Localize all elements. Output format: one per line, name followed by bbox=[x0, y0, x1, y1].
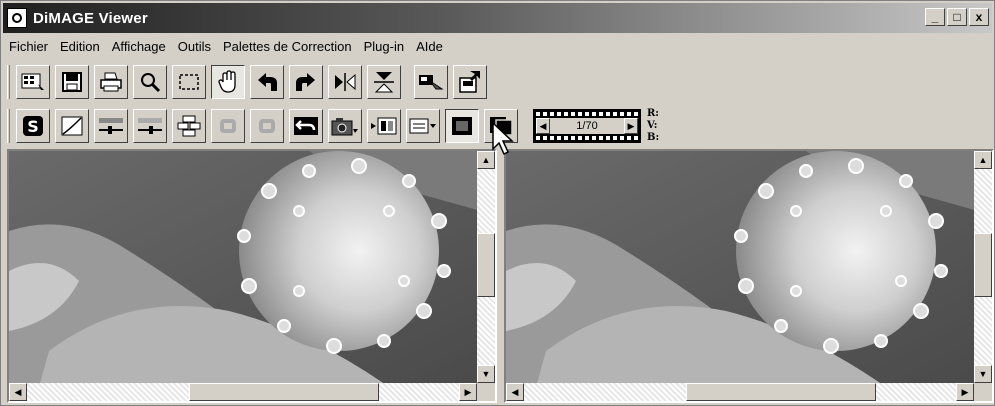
previous-frame-button[interactable]: ◀ bbox=[536, 118, 550, 134]
rotate-left-button[interactable] bbox=[250, 65, 284, 99]
scroll-left-button[interactable]: ◀ bbox=[506, 383, 524, 401]
select-button[interactable] bbox=[172, 65, 206, 99]
zoom-button[interactable] bbox=[133, 65, 167, 99]
flip-vertical-button[interactable] bbox=[367, 65, 401, 99]
undo-button[interactable] bbox=[211, 109, 245, 143]
after-image bbox=[506, 151, 974, 383]
color-balance-slider-icon bbox=[138, 118, 162, 134]
reset-icon bbox=[294, 117, 318, 135]
undo-icon bbox=[220, 119, 236, 133]
before-image-pane[interactable]: ▲ ▼ ◀ ▶ bbox=[7, 149, 497, 403]
menu-palettes-de-correction[interactable]: Palettes de Correction bbox=[217, 39, 358, 54]
print-button[interactable] bbox=[94, 65, 128, 99]
camera-settings-button[interactable] bbox=[414, 65, 448, 99]
save-button[interactable] bbox=[55, 65, 89, 99]
after-vertical-scrollbar[interactable]: ▲ ▼ bbox=[974, 151, 992, 383]
rotate-left-icon bbox=[258, 73, 277, 91]
maximize-button[interactable]: □ bbox=[947, 8, 967, 26]
rotate-right-icon bbox=[296, 73, 315, 91]
index-view-icon bbox=[21, 73, 44, 90]
menu-edition[interactable]: Edition bbox=[54, 39, 106, 54]
brightness-contrast-button[interactable] bbox=[94, 109, 128, 143]
scroll-corner bbox=[974, 383, 992, 401]
flip-vertical-icon bbox=[374, 72, 394, 93]
reset-button[interactable] bbox=[289, 109, 323, 143]
hand-tool-button[interactable] bbox=[211, 65, 245, 99]
print-icon bbox=[100, 72, 122, 92]
before-image bbox=[9, 151, 477, 383]
camera-icon bbox=[331, 118, 358, 136]
grid-button[interactable] bbox=[172, 109, 206, 143]
vertical-scroll-thumb[interactable] bbox=[477, 233, 495, 297]
filmstrip-navigator: ◀ 1/70 ▶ bbox=[533, 109, 641, 143]
variation-icon: S bbox=[23, 116, 43, 136]
compare-icon bbox=[371, 117, 397, 135]
scroll-right-button[interactable]: ▶ bbox=[956, 383, 974, 401]
scroll-up-button[interactable]: ▲ bbox=[974, 151, 992, 169]
main-toolbar bbox=[7, 61, 492, 103]
before-vertical-scrollbar[interactable]: ▲ ▼ bbox=[477, 151, 495, 383]
color-balance-button[interactable] bbox=[133, 109, 167, 143]
mouse-pointer-icon bbox=[492, 121, 514, 156]
menu-aide[interactable]: AIde bbox=[410, 39, 449, 54]
before-after-button[interactable] bbox=[445, 109, 479, 143]
scroll-right-button[interactable]: ▶ bbox=[459, 383, 477, 401]
app-window: DiMAGE Viewer _ □ x Fichier Edition Affi… bbox=[0, 0, 995, 406]
redo-icon bbox=[259, 119, 275, 133]
menu-affichage[interactable]: Affichage bbox=[106, 39, 172, 54]
menu-bar: Fichier Edition Affichage Outils Palette… bbox=[3, 35, 992, 57]
menu-fichier[interactable]: Fichier bbox=[3, 39, 54, 54]
close-button[interactable]: x bbox=[969, 8, 989, 26]
brightness-slider-icon bbox=[99, 118, 123, 134]
before-horizontal-scrollbar[interactable]: ◀ ▶ bbox=[9, 383, 477, 401]
green-value-label: V: bbox=[647, 120, 658, 131]
scroll-down-button[interactable]: ▼ bbox=[974, 365, 992, 383]
rgb-readout: R: V: B: bbox=[647, 108, 659, 144]
tone-curve-icon bbox=[61, 116, 83, 136]
next-frame-button[interactable]: ▶ bbox=[624, 118, 638, 134]
scroll-corner bbox=[477, 383, 495, 401]
before-after-icon bbox=[452, 117, 472, 135]
hand-icon bbox=[218, 70, 236, 93]
blue-value-label: B: bbox=[647, 132, 660, 143]
red-value-label: R: bbox=[647, 108, 660, 119]
vertical-scroll-thumb[interactable] bbox=[974, 233, 992, 297]
variation-button[interactable]: S bbox=[16, 109, 50, 143]
toolbar-grip-2[interactable] bbox=[7, 109, 10, 143]
selection-rectangle-icon bbox=[179, 74, 199, 90]
menu-plug-in[interactable]: Plug-in bbox=[358, 39, 410, 54]
frame-counter: 1/70 bbox=[576, 120, 598, 132]
correction-toolbar: S ◀ 1/70 ▶ R: V: B: bbox=[7, 105, 659, 147]
scroll-left-button[interactable]: ◀ bbox=[9, 383, 27, 401]
after-image-pane[interactable]: ▲ ▼ ◀ ▶ bbox=[504, 149, 994, 403]
save-icon bbox=[62, 72, 82, 92]
scroll-down-button[interactable]: ▼ bbox=[477, 365, 495, 383]
horizontal-scroll-thumb[interactable] bbox=[686, 383, 876, 401]
snapshot-button[interactable] bbox=[328, 109, 362, 143]
title-bar[interactable]: DiMAGE Viewer _ □ x bbox=[3, 3, 992, 33]
svg-text:S: S bbox=[27, 117, 39, 136]
view-mode-dropdown[interactable] bbox=[406, 109, 440, 143]
view-mode-icon bbox=[409, 118, 436, 134]
curves-button[interactable] bbox=[55, 109, 89, 143]
compare-button[interactable] bbox=[367, 109, 401, 143]
dimage-app-icon[interactable] bbox=[7, 8, 27, 28]
rotate-right-button[interactable] bbox=[289, 65, 323, 99]
flip-horizontal-icon bbox=[335, 73, 356, 91]
after-horizontal-scrollbar[interactable]: ◀ ▶ bbox=[506, 383, 974, 401]
horizontal-scroll-thumb[interactable] bbox=[189, 383, 379, 401]
minimize-button[interactable]: _ bbox=[925, 8, 945, 26]
camera-settings-icon bbox=[419, 75, 444, 90]
export-icon bbox=[459, 71, 480, 93]
grid-icon bbox=[177, 115, 201, 137]
menu-outils[interactable]: Outils bbox=[172, 39, 217, 54]
index-view-button[interactable] bbox=[16, 65, 50, 99]
magnifier-icon bbox=[141, 73, 161, 93]
toolbar-grip[interactable] bbox=[7, 65, 10, 99]
window-title: DiMAGE Viewer bbox=[33, 9, 148, 27]
flip-horizontal-button[interactable] bbox=[328, 65, 362, 99]
redo-button[interactable] bbox=[250, 109, 284, 143]
export-button[interactable] bbox=[453, 65, 487, 99]
